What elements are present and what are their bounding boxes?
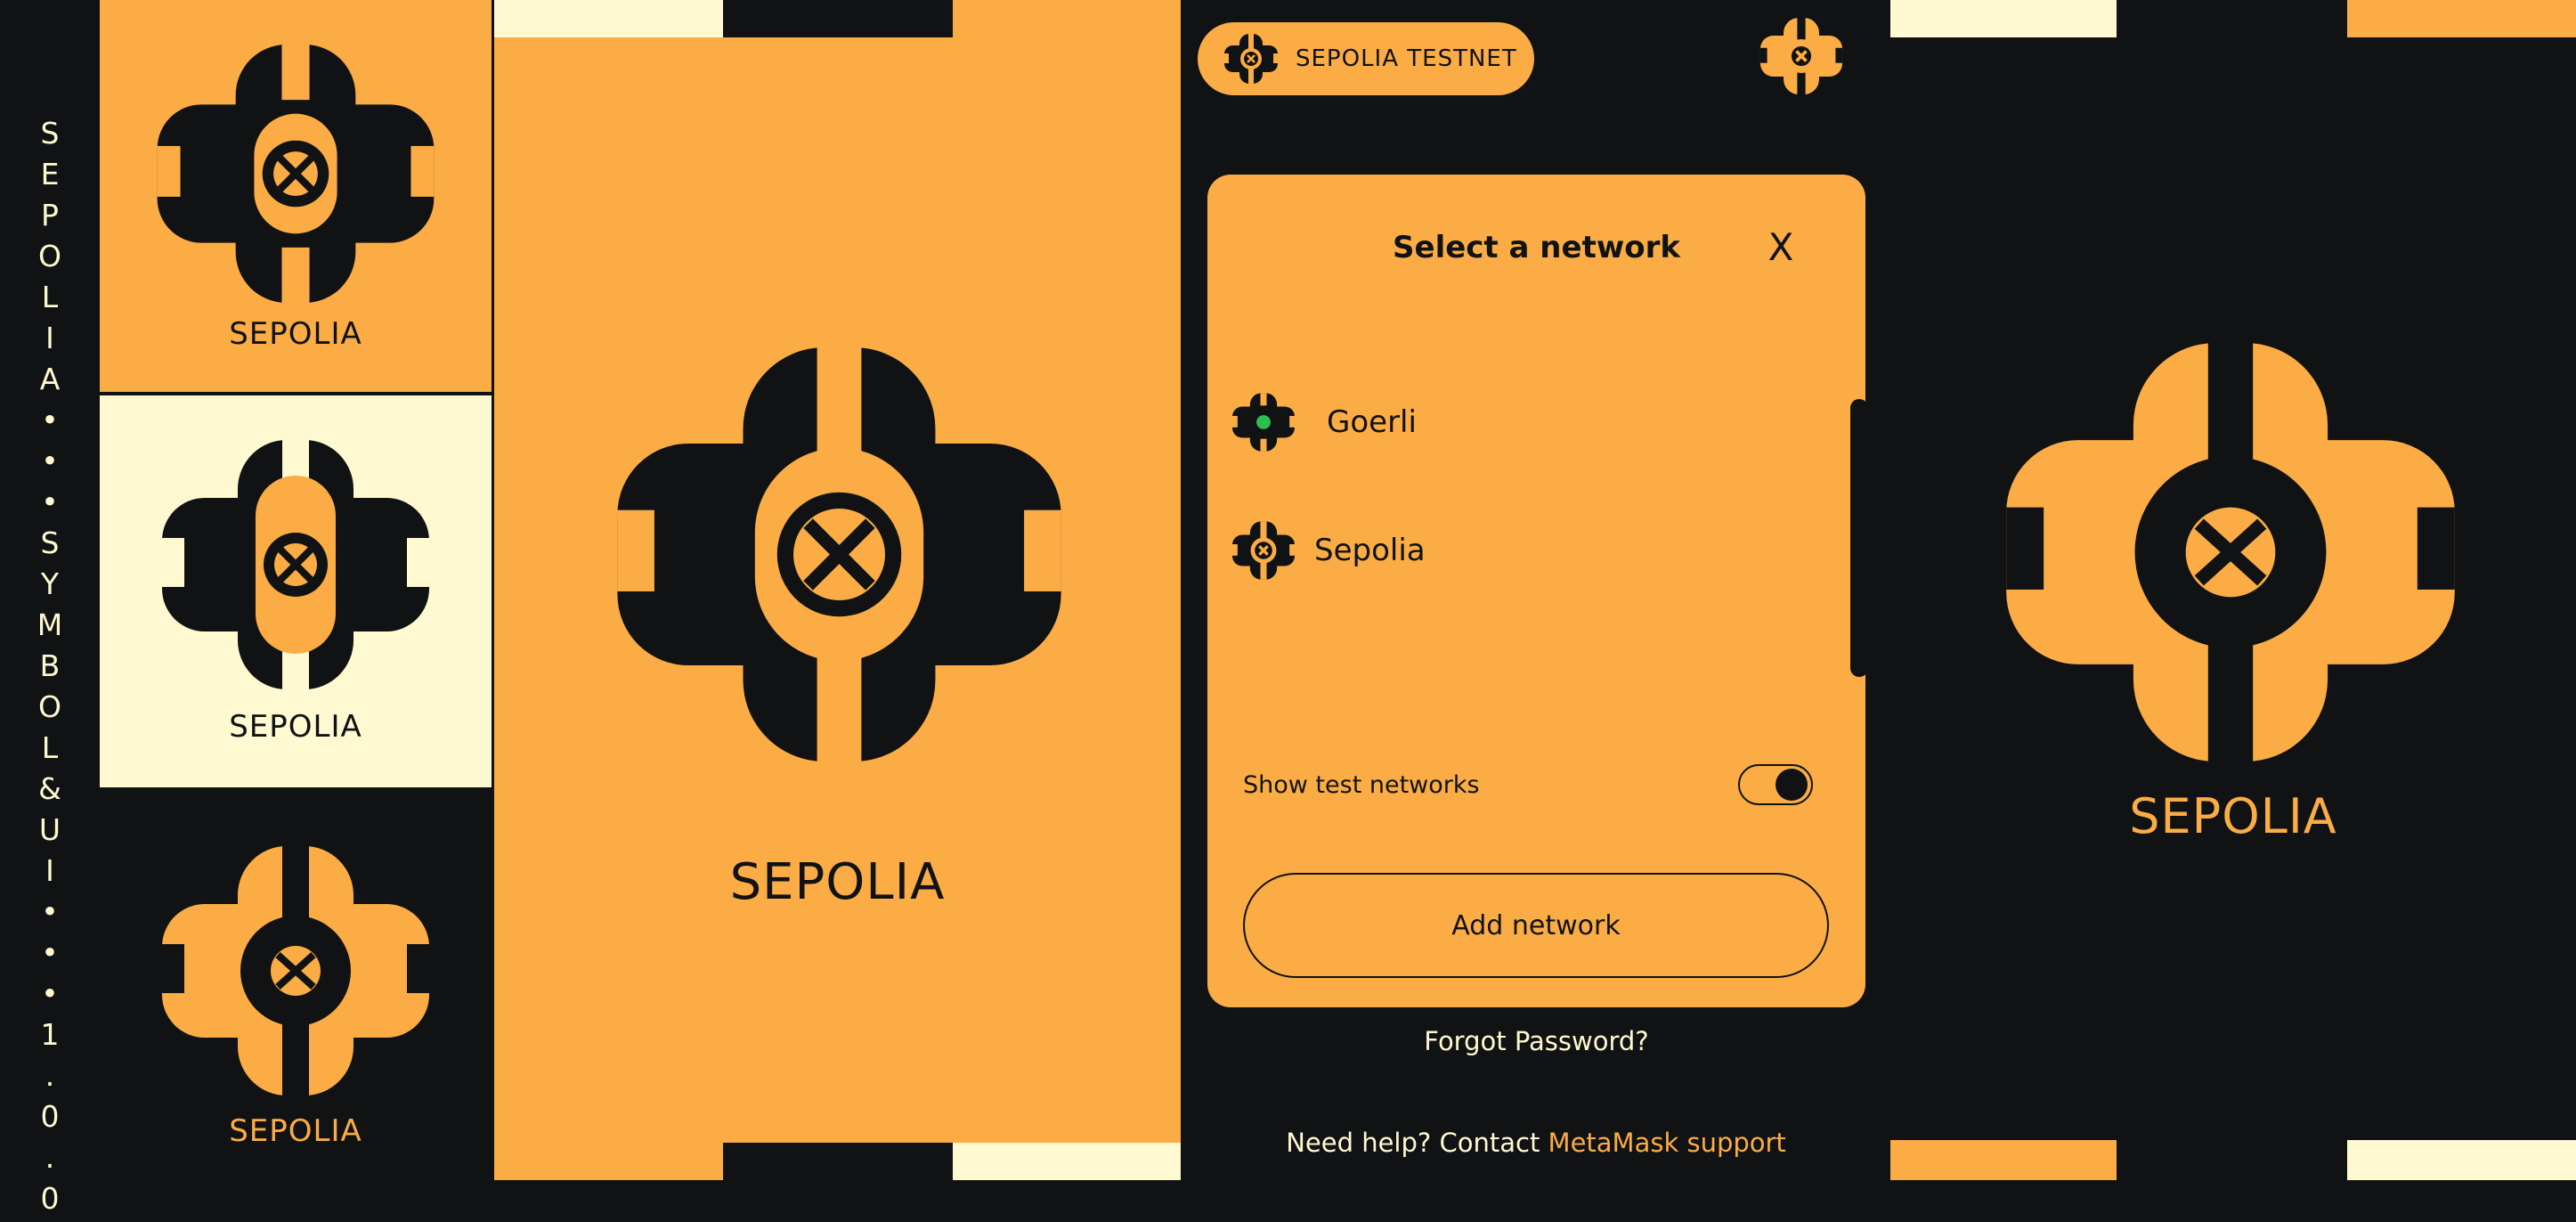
close-button[interactable]: X <box>1759 226 1802 269</box>
sepolia-logo-icon <box>157 45 435 303</box>
show-test-networks-label: Show test networks <box>1243 770 1480 799</box>
sepolia-logo-icon <box>162 846 429 1096</box>
connected-status-dot <box>1256 415 1271 429</box>
right-bottom-strip-cream <box>2347 1140 2576 1180</box>
tile2-caption: SEPOLIA <box>229 709 362 745</box>
hero-caption: SEPOLIA <box>729 853 946 911</box>
help-prefix: Need help? Contact <box>1286 1128 1548 1158</box>
tile-cream: SEPOLIA <box>100 395 492 787</box>
show-test-networks-row: Show test networks <box>1243 762 1813 807</box>
right-bottom-strip-orange <box>1890 1140 2117 1180</box>
hero-bottom-strip-dark <box>723 1143 953 1180</box>
add-network-button[interactable]: Add network <box>1243 873 1829 978</box>
help-text: Need help? Contact MetaMask support <box>1184 1128 1888 1158</box>
right-top-strip-cream <box>1890 0 2117 37</box>
hero-top-strip-dark <box>723 0 953 37</box>
network-pill-label: SEPOLIA TESTNET <box>1296 45 1517 72</box>
goerli-logo-icon <box>1232 393 1295 452</box>
side-label: SEPOLIA•••SYMBOL&UI•••1.0.0 <box>32 116 68 1222</box>
sepolia-logo-icon <box>2006 343 2455 762</box>
sepolia-logo-icon <box>1232 521 1295 580</box>
network-item-sepolia[interactable]: Sepolia <box>1232 515 1838 586</box>
sepolia-logo-icon <box>617 347 1061 762</box>
metamask-support-link[interactable]: MetaMask support <box>1548 1128 1786 1158</box>
forgot-password-link[interactable]: Forgot Password? <box>1207 1026 1865 1056</box>
hero-bottom-strip-cream <box>953 1143 1181 1180</box>
tile-orange: SEPOLIA <box>100 0 492 394</box>
network-selector-pill[interactable]: SEPOLIA TESTNET <box>1198 22 1534 95</box>
network-label-sepolia: Sepolia <box>1314 533 1426 568</box>
sepolia-logo-icon <box>162 440 429 689</box>
select-network-modal: Select a network X Goerli Sepolia Show t… <box>1207 175 1865 1007</box>
tile3-caption: SEPOLIA <box>229 1113 362 1149</box>
show-test-networks-toggle[interactable] <box>1738 764 1813 805</box>
tile1-caption: SEPOLIA <box>229 316 362 352</box>
account-logo-icon[interactable] <box>1759 18 1843 94</box>
right-caption: SEPOLIA <box>2129 788 2337 844</box>
network-item-goerli[interactable]: Goerli <box>1232 387 1838 458</box>
toggle-knob <box>1776 769 1808 801</box>
hero-top-strip-cream <box>494 0 723 37</box>
right-top-strip-orange <box>2347 0 2576 37</box>
modal-side-tab <box>1850 399 1868 677</box>
network-label-goerli: Goerli <box>1327 404 1417 440</box>
tile-dark: SEPOLIA <box>100 787 492 1180</box>
sepolia-logo-icon <box>1224 34 1278 84</box>
